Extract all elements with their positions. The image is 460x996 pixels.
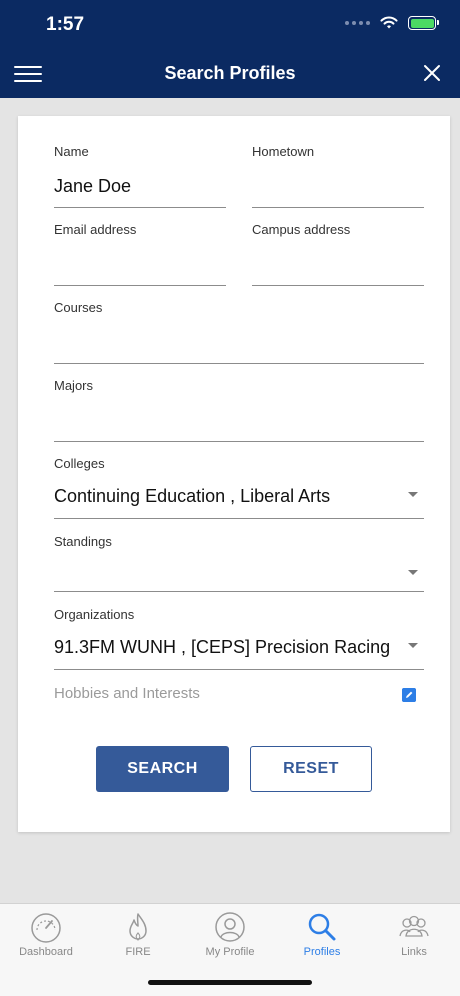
tab-fire[interactable]: FIRE (92, 910, 184, 958)
courses-label: Courses (54, 300, 103, 315)
organizations-label: Organizations (54, 607, 135, 622)
chevron-down-icon (408, 492, 418, 497)
page-title: Search Profiles (164, 63, 296, 83)
hometown-field[interactable]: Hometown (252, 144, 424, 208)
campus-address-field[interactable]: Campus address (252, 222, 424, 286)
tab-label: Profiles (303, 946, 341, 958)
hobbies-field[interactable]: Hobbies and Interests (54, 685, 424, 709)
profile-icon (215, 912, 245, 942)
majors-label: Majors (54, 378, 94, 393)
app-header: 1:57 Search Profiles (0, 0, 460, 98)
courses-field[interactable]: Courses (54, 300, 424, 364)
name-label: Name (54, 144, 89, 159)
standings-dropdown[interactable]: Standings (54, 534, 424, 592)
edit-icon[interactable] (402, 688, 416, 702)
speedometer-icon (31, 913, 61, 943)
colleges-underline (54, 518, 424, 519)
name-value: Jane Doe (54, 176, 132, 196)
search-icon (308, 913, 336, 941)
campus-address-underline (252, 285, 424, 286)
tab-label: Links (401, 946, 427, 958)
status-time: 1:57 (46, 14, 85, 35)
name-underline (54, 207, 226, 208)
battery-icon (408, 16, 439, 30)
signal-icon (345, 21, 370, 25)
tab-links[interactable]: Links (368, 910, 460, 958)
organizations-dropdown[interactable]: Organizations 91.3FM WUNH , [CEPS] Preci… (54, 607, 424, 670)
standings-underline (54, 591, 424, 592)
colleges-dropdown[interactable]: Colleges Continuing Education , Liberal … (54, 456, 424, 520)
hobbies-label: Hobbies and Interests (54, 685, 200, 702)
colleges-value: Continuing Education , Liberal Arts (54, 486, 331, 506)
email-label: Email address (54, 222, 137, 237)
majors-field[interactable]: Majors (54, 378, 424, 442)
home-indicator (148, 980, 312, 985)
status-icons (345, 16, 439, 30)
tab-profiles[interactable]: Profiles (276, 910, 368, 958)
tab-dashboard[interactable]: Dashboard (0, 910, 92, 958)
chevron-down-icon (408, 643, 418, 648)
reset-button[interactable]: RESET (250, 746, 372, 792)
majors-underline (54, 441, 424, 442)
tab-label: My Profile (205, 946, 255, 958)
campus-address-label: Campus address (252, 222, 351, 237)
email-field[interactable]: Email address (54, 222, 226, 286)
organizations-value: 91.3FM WUNH , [CEPS] Precision Racing (54, 637, 391, 657)
courses-underline (54, 363, 424, 364)
email-underline (54, 285, 226, 286)
wifi-icon (380, 16, 398, 29)
organizations-underline (54, 669, 424, 670)
standings-label: Standings (54, 534, 112, 549)
name-field[interactable]: Name Jane Doe (54, 144, 226, 208)
hometown-label: Hometown (252, 144, 315, 159)
tab-label: FIRE (125, 946, 151, 958)
hometown-underline (252, 207, 424, 208)
search-form-card: Name Jane Doe Hometown Email address Cam… (18, 116, 450, 832)
people-icon (399, 915, 429, 937)
tab-my-profile[interactable]: My Profile (184, 910, 276, 958)
colleges-label: Colleges (54, 456, 105, 471)
close-icon[interactable] (422, 63, 442, 83)
tab-label: Dashboard (19, 946, 73, 958)
search-button[interactable]: SEARCH (96, 746, 229, 792)
flame-icon (129, 913, 147, 941)
chevron-down-icon (408, 570, 418, 575)
